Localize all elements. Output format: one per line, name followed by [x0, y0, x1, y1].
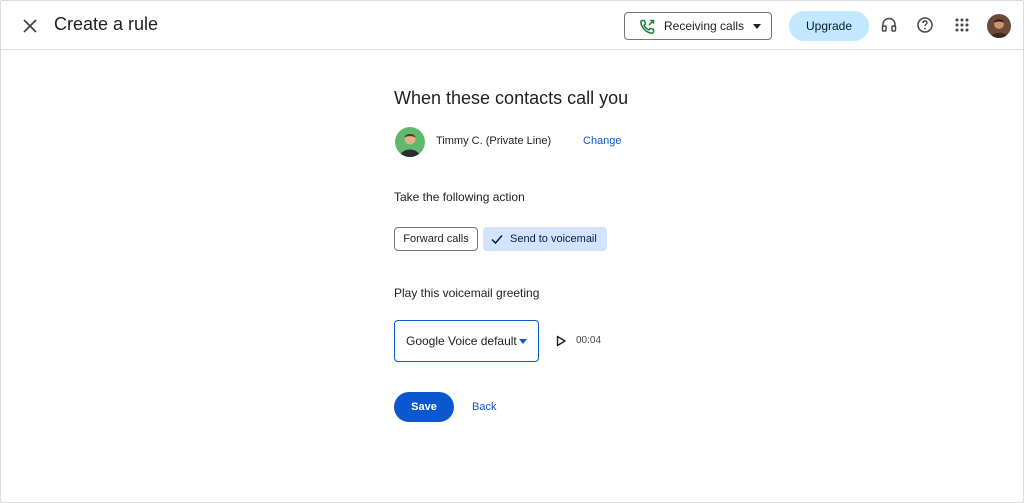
- help-button[interactable]: [915, 15, 935, 35]
- change-contact-link[interactable]: Change: [583, 135, 622, 147]
- phone-forwarded-icon: [640, 19, 655, 34]
- action-heading: Take the following action: [394, 190, 525, 204]
- forward-calls-chip[interactable]: Forward calls: [394, 227, 478, 251]
- send-to-voicemail-chip[interactable]: Send to voicemail: [483, 227, 607, 251]
- app-window: [0, 0, 1024, 503]
- page-title: Create a rule: [54, 14, 159, 34]
- help-icon: [917, 17, 933, 33]
- close-icon: [23, 19, 37, 33]
- call-status-label: Receiving calls: [664, 19, 745, 33]
- contact-avatar: [395, 127, 425, 157]
- forward-calls-label: Forward calls: [403, 233, 469, 245]
- apps-button[interactable]: [952, 15, 972, 35]
- back-button[interactable]: Back: [472, 401, 496, 413]
- contact-name: Timmy C. (Private Line): [436, 135, 552, 147]
- dropdown-arrow-icon: [519, 339, 527, 344]
- section-title: When these contacts call you: [394, 88, 629, 108]
- top-app-bar: Create a rule Receiving calls Upgrade: [1, 1, 1023, 50]
- headset-icon: [881, 17, 897, 32]
- apps-grid-icon: [955, 18, 969, 32]
- play-greeting-button[interactable]: [553, 333, 569, 349]
- upgrade-button[interactable]: Upgrade: [789, 11, 869, 41]
- check-icon: [491, 235, 503, 245]
- greeting-select-value: Google Voice default: [406, 334, 517, 348]
- voicemail-greeting-select[interactable]: Google Voice default: [394, 320, 539, 362]
- account-photo: [987, 14, 1011, 38]
- chevron-down-icon: [753, 24, 761, 29]
- support-button[interactable]: [879, 15, 899, 35]
- account-avatar[interactable]: [987, 14, 1011, 38]
- contact-photo: [395, 127, 425, 157]
- call-status-dropdown[interactable]: Receiving calls: [624, 12, 772, 40]
- send-to-voicemail-label: Send to voicemail: [510, 233, 597, 245]
- play-icon: [556, 335, 566, 347]
- save-button[interactable]: Save: [394, 392, 454, 422]
- greeting-heading: Play this voicemail greeting: [394, 286, 540, 300]
- close-button[interactable]: [17, 13, 43, 39]
- greeting-duration: 00:04: [576, 335, 602, 346]
